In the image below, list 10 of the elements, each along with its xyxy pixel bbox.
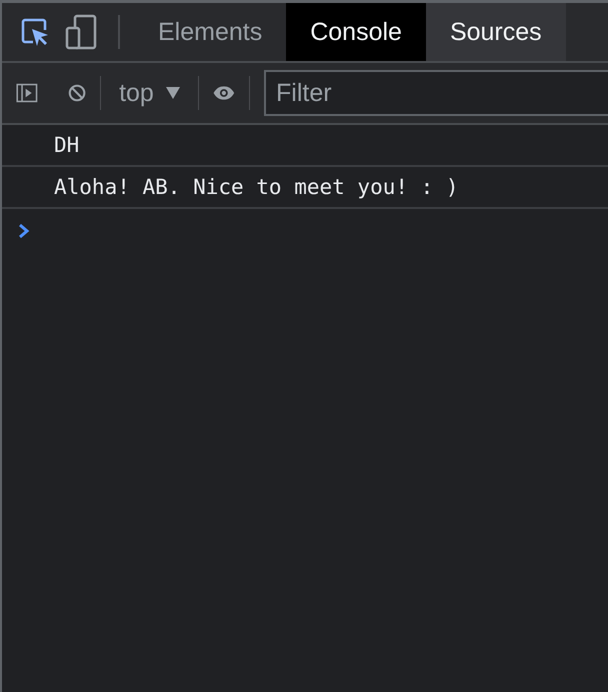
prompt-chevron-icon [18, 223, 30, 239]
console-message: DH [2, 125, 608, 167]
context-dropdown[interactable]: top [115, 78, 184, 108]
filter-field[interactable]: Filter [264, 70, 608, 116]
caret-icon [166, 86, 180, 100]
device-icon[interactable] [64, 14, 98, 50]
panel-tab[interactable]: Elements [134, 3, 286, 61]
console-message: Aloha! AB. Nice to meet you! : ) [2, 167, 608, 209]
panel-tab[interactable]: Sources [426, 3, 566, 61]
panel-tab[interactable]: Console [286, 3, 426, 61]
